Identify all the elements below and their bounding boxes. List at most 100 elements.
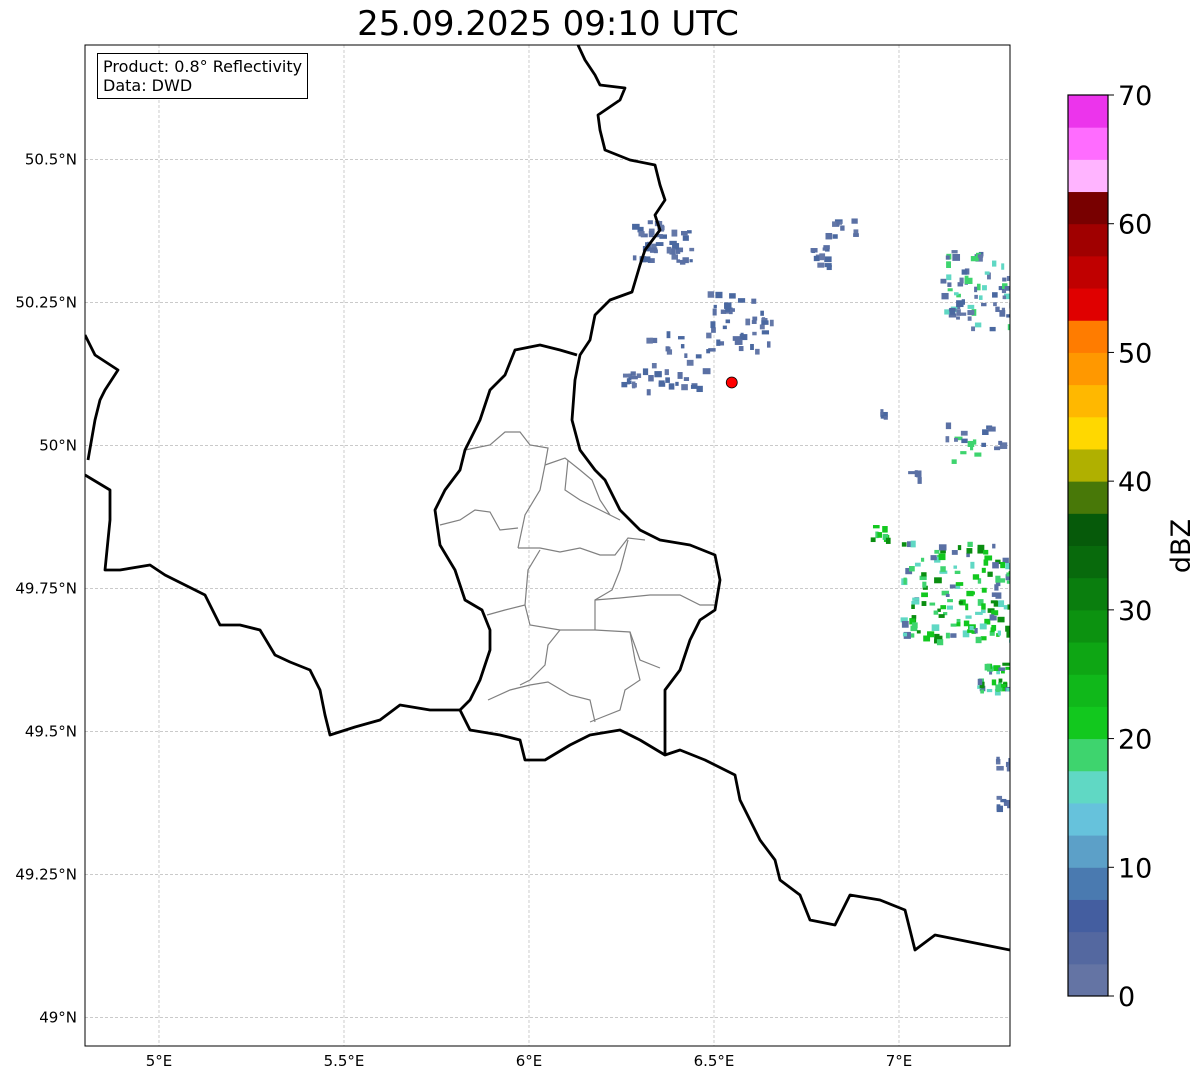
echo-pixel [996,765,1004,771]
echo-pixel [737,298,746,303]
echo-pixel [945,422,952,430]
echo-pixel [710,321,716,329]
lon-tick-label: 6.5°E [694,1052,735,1070]
echo-pixel [956,316,960,320]
echo-pixel [745,318,751,326]
echo-pixel [990,615,997,621]
echo-pixel [638,231,645,237]
echo-pixel [769,319,774,327]
echo-pixel [668,383,675,390]
echo-pixel [936,639,944,646]
echo-pixel [998,600,1005,608]
colorbar-bin [1068,577,1108,611]
echo-pixel [877,532,882,538]
echo-pixel [960,451,967,455]
colorbar-bin [1068,95,1108,128]
echo-pixel [934,577,942,584]
echo-pixel [990,627,995,633]
echo-pixel [961,438,968,444]
echo-pixel [981,603,986,610]
echo-pixel [671,229,678,237]
echo-pixel [711,327,716,333]
echo-pixel [998,667,1006,671]
echo-pixel [944,309,950,315]
echo-pixel [981,587,987,593]
echo-pixel [853,233,859,237]
echo-pixel [675,381,679,386]
lon-tick-label: 6°E [516,1052,543,1070]
lat-tick-label: 50°N [39,436,77,454]
echo-pixel [970,561,975,569]
echo-pixel [946,274,952,281]
echo-pixel [967,541,973,547]
echo-pixel [996,756,1000,762]
lat-tick-label: 49.25°N [15,865,77,883]
echo-pixel [930,555,937,561]
colorbar-bin [1068,642,1108,675]
echo-pixel [912,597,920,601]
echo-pixel [909,566,915,572]
echo-pixel [956,309,961,316]
colorbar-bin [1068,159,1108,193]
echo-pixel [1002,662,1010,666]
echo-pixel [921,572,927,577]
echo-pixel [740,332,744,337]
echo-pixel [824,263,832,268]
echo-pixel [1006,314,1010,318]
echo-pixel [997,630,1001,636]
echo-pixel [851,218,858,224]
colorbar-tick-label: 20 [1118,725,1152,756]
echo-pixel [981,302,987,307]
echo-pixel [901,620,909,628]
echo-pixel [940,566,946,572]
echo-pixel [702,368,711,375]
echo-pixel [908,471,916,475]
echo-pixel [984,555,993,561]
echo-pixel [1001,263,1005,270]
echo-pixel [961,299,966,305]
colorbar-bin [1068,835,1108,868]
lat-tick-label: 49.5°N [25,722,77,740]
colorbar-bin [1068,931,1108,965]
echo-pixel [1000,683,1007,688]
echo-pixel [911,604,915,609]
echo-pixel [911,600,920,605]
echo-pixel [938,614,945,618]
echo-pixel [1007,804,1010,809]
echo-pixel [813,255,820,262]
colorbar-bin [1068,770,1108,804]
echo-pixel [984,271,990,275]
lat-tick-label: 49°N [39,1008,77,1026]
echo-pixel [681,384,688,391]
echo-pixel [959,312,967,316]
echo-pixel [992,292,998,298]
echo-pixel [987,571,993,577]
echo-pixel [980,689,984,694]
echo-pixel [751,298,757,304]
echo-pixel [912,622,918,629]
echo-pixel [974,322,982,328]
echo-pixel [901,542,907,547]
echo-pixel [953,565,958,569]
echo-pixel [961,269,968,275]
echo-pixel [945,593,950,598]
echo-pixel [940,278,947,284]
echo-pixel [951,550,958,555]
echo-pixel [996,795,1003,800]
echo-pixel [729,293,736,299]
echo-pixel [996,685,1000,692]
echo-pixel [950,623,957,627]
echo-pixel [960,430,968,436]
echo-pixel [980,636,987,641]
echo-pixel [977,678,983,686]
echo-pixel [689,259,693,263]
echo-pixel [1004,285,1010,291]
echo-pixel [651,363,657,369]
echo-pixel [712,308,717,316]
echo-pixel [989,326,996,332]
echo-pixel [967,304,975,309]
echo-pixel [994,446,1001,451]
echo-pixel [1006,275,1010,281]
colorbar-tick-label: 0 [1118,982,1135,1013]
echo-pixel [722,325,727,330]
